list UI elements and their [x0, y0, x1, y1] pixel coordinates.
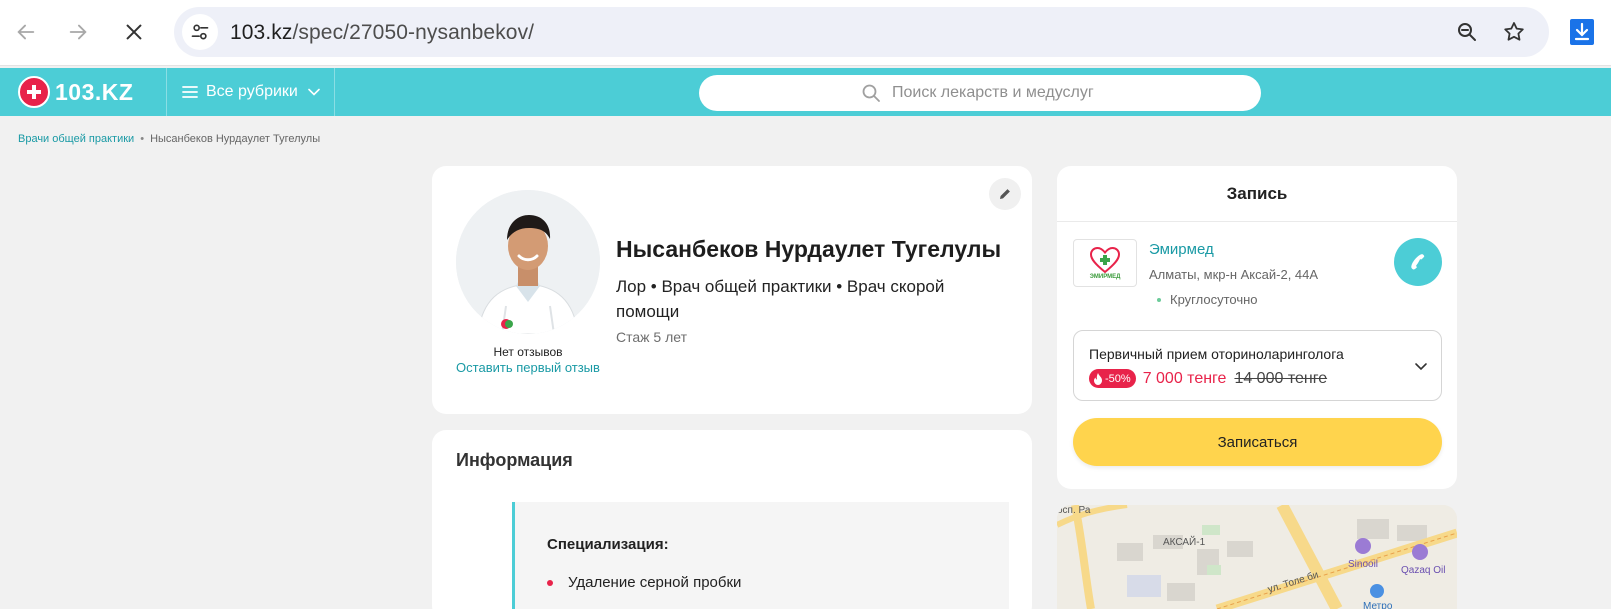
forward-button[interactable]: [62, 16, 94, 48]
search-icon: [862, 84, 880, 102]
header-divider: [166, 68, 167, 116]
hamburger-icon: [182, 86, 198, 98]
heart-cross-icon: [1090, 246, 1120, 273]
clinic-hours-text: Круглосуточно: [1170, 292, 1258, 307]
site-info-button[interactable]: [182, 14, 218, 50]
discount-text: -50%: [1105, 372, 1131, 385]
back-button[interactable]: [10, 16, 42, 48]
service-select[interactable]: Первичный прием оториноларинголога -50% …: [1073, 330, 1442, 401]
specialization-heading: Специализация:: [547, 536, 669, 553]
doctor-specialties: Лор • Врач общей практики • Врач скорой …: [616, 277, 945, 321]
price-row: -50% 7 000 тенге 14 000 тенге: [1089, 369, 1327, 388]
search-input[interactable]: [892, 75, 1232, 111]
service-name: Первичный прием оториноларинголога: [1089, 346, 1344, 362]
site-logo[interactable]: 103.KZ: [18, 76, 133, 108]
no-reviews-text: Нет отзывов: [493, 345, 563, 359]
chevron-down-icon: [308, 88, 320, 96]
map-label-poi-qazaq-oil: Qazaq Oil: [1401, 565, 1446, 576]
flame-icon: [1094, 372, 1102, 385]
stop-loading-button[interactable]: [118, 16, 150, 48]
price-new: 7 000 тенге: [1142, 369, 1227, 387]
map-tiles: [1057, 505, 1457, 609]
doctor-photo: [456, 190, 600, 334]
browser-toolbar: 103.kz/spec/27050-nysanbekov/: [0, 0, 1611, 66]
clinic-hours: Круглосуточно: [1157, 292, 1258, 307]
map-label-district: АКСАЙ-1: [1163, 537, 1206, 548]
download-icon[interactable]: [1569, 18, 1595, 46]
arrow-left-icon: [17, 24, 35, 40]
rubrics-label: Все рубрики: [206, 83, 298, 100]
price-old: 14 000 тенге: [1234, 369, 1328, 387]
url-text[interactable]: 103.kz/spec/27050-nysanbekov/: [230, 21, 534, 45]
doctor-profile-card: Нет отзывов Оставить первый отзыв Нысанб…: [432, 166, 1032, 414]
specialization-item: Удаление серной пробки: [547, 574, 741, 591]
booking-title: Запись: [1057, 166, 1457, 222]
doctor-name: Нысанбеков Нурдаулет Тугелулы: [616, 236, 1002, 262]
leave-first-review-link[interactable]: Оставить первый отзыв: [456, 360, 600, 376]
clinic-map[interactable]: АКСАЙ-1 ул. Толе би осп. Ра Sinooil Qaza…: [1057, 505, 1457, 609]
clinic-name-link[interactable]: Эмирмед: [1149, 241, 1214, 258]
book-appointment-button[interactable]: Записаться: [1073, 418, 1442, 466]
information-card: Информация Специализация: Удаление серно…: [432, 430, 1032, 609]
specialization-box: Специализация: Удаление серной пробки: [512, 502, 1009, 609]
booking-card: Запись ЭМИРМЕД Эмирмед Алматы, мкр-н Акс…: [1057, 166, 1457, 489]
arrow-right-icon: [69, 24, 87, 40]
pencil-icon: [1000, 189, 1010, 199]
close-icon: [126, 24, 142, 40]
specialization-item-text: Удаление серной пробки: [568, 574, 742, 591]
doctor-experience: Стаж 5 лет: [616, 329, 687, 345]
edit-button[interactable]: [989, 178, 1021, 210]
breadcrumb: Врачи общей практики • Нысанбеков Нурдау…: [18, 133, 320, 145]
logo-text: 103.KZ: [55, 78, 134, 105]
logo-cross-icon: [18, 76, 50, 108]
clinic-logo-text: ЭМИРМЕД: [1089, 273, 1121, 280]
reviews-block: Нет отзывов Оставить первый отзыв: [456, 344, 600, 376]
breadcrumb-current: Нысанбеков Нурдаулет Тугелулы: [150, 133, 321, 145]
chevron-down-icon: [1415, 363, 1427, 371]
search-bar: [699, 75, 1261, 111]
bullet-icon: [547, 579, 553, 586]
call-button[interactable]: [1394, 238, 1442, 286]
header-divider: [334, 68, 335, 116]
tune-icon: [191, 24, 209, 40]
discount-badge: -50%: [1089, 369, 1136, 388]
breadcrumb-link-general-practitioners[interactable]: Врачи общей практики: [18, 133, 134, 145]
phone-icon: [1411, 254, 1425, 270]
url-host: 103.kz: [230, 21, 293, 44]
map-label-poi-sinooil: Sinooil: [1348, 559, 1379, 570]
map-label-street-top: осп. Ра: [1057, 505, 1091, 516]
site-header: 103.KZ Все рубрики: [0, 68, 1611, 116]
map-label-metro: Метро: [1363, 601, 1393, 609]
breadcrumb-separator: •: [140, 133, 145, 145]
bookmark-star-icon[interactable]: [1502, 20, 1526, 44]
url-path: /spec/27050-nysanbekov/: [292, 21, 535, 44]
address-bar[interactable]: 103.kz/spec/27050-nysanbekov/: [174, 7, 1549, 57]
information-title: Информация: [456, 450, 573, 470]
zoom-icon[interactable]: [1455, 20, 1479, 44]
clinic-logo[interactable]: ЭМИРМЕД: [1073, 239, 1137, 287]
clinic-address: Алматы, мкр-н Аксай-2, 44А: [1149, 267, 1319, 282]
all-rubrics-menu[interactable]: Все рубрики: [182, 68, 320, 116]
doctor-avatar: [456, 190, 600, 334]
status-dot-icon: [1157, 297, 1161, 302]
